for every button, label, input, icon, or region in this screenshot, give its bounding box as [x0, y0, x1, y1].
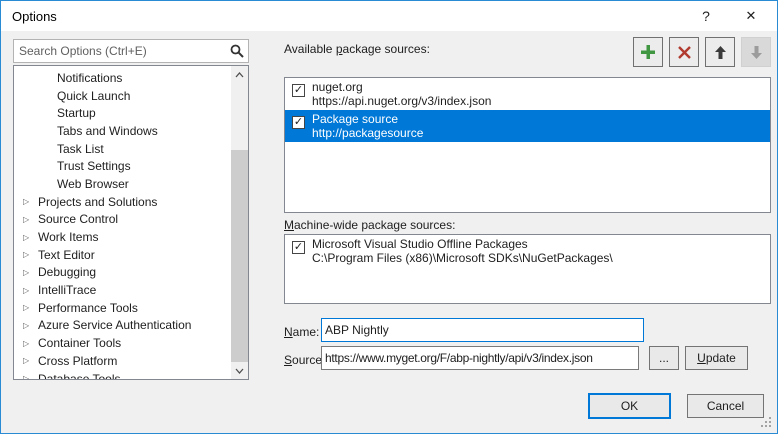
tree-item-label: Azure Service Authentication [38, 318, 191, 332]
package-source-url: C:\Program Files (x86)\Microsoft SDKs\Nu… [312, 251, 766, 265]
tree-item-label: Text Editor [38, 248, 95, 262]
tree-item-startup[interactable]: Startup [14, 104, 231, 122]
tree-item-label: Startup [57, 106, 96, 120]
source-field[interactable] [321, 346, 639, 370]
name-field[interactable] [321, 318, 644, 342]
tree-item-label: Projects and Solutions [38, 195, 157, 209]
tree-item-tabs-and-windows[interactable]: Tabs and Windows [14, 122, 231, 140]
tree-item-source-control[interactable]: ▷Source Control [14, 211, 231, 229]
expand-arrow-icon[interactable]: ▷ [23, 321, 38, 330]
package-source-name: Microsoft Visual Studio Offline Packages [312, 237, 766, 251]
cancel-button[interactable]: Cancel [687, 394, 764, 418]
source-toolbar [633, 37, 771, 67]
tree-item-label: Tabs and Windows [57, 124, 158, 138]
expand-arrow-icon[interactable]: ▷ [23, 233, 38, 242]
tree-scrollbar[interactable] [231, 66, 248, 379]
close-icon[interactable]: ✕ [730, 1, 772, 31]
machine-wide-list: ✓ Microsoft Visual Studio Offline Package… [284, 234, 771, 304]
tree-item-cross-platform[interactable]: ▷Cross Platform [14, 352, 231, 370]
tree-item-task-list[interactable]: Task List [14, 140, 231, 158]
tree-item-label: Work Items [38, 230, 98, 244]
package-source-row-package-source[interactable]: ✓ Package sourcehttp://packagesource [285, 110, 770, 142]
browse-button[interactable]: ... [649, 346, 679, 370]
package-source-row-nuget-org[interactable]: ✓ nuget.orghttps://api.nuget.org/v3/index… [285, 78, 770, 110]
tree-item-trust-settings[interactable]: Trust Settings [14, 157, 231, 175]
expand-arrow-icon[interactable]: ▷ [23, 286, 38, 295]
expand-arrow-icon[interactable]: ▷ [23, 197, 38, 206]
tree-item-projects-and-solutions[interactable]: ▷Projects and Solutions [14, 193, 231, 211]
tree-item-container-tools[interactable]: ▷Container Tools [14, 334, 231, 352]
tree-item-quick-launch[interactable]: Quick Launch [14, 87, 231, 105]
tree-item-label: Trust Settings [57, 159, 131, 173]
expand-arrow-icon[interactable]: ▷ [23, 303, 38, 312]
tree-item-label: Notifications [57, 71, 122, 85]
tree-item-label: Web Browser [57, 177, 129, 191]
tree-item-label: Database Tools [38, 372, 121, 379]
tree-item-intellitrace[interactable]: ▷IntelliTrace [14, 281, 231, 299]
tree-item-azure-service-authentication[interactable]: ▷Azure Service Authentication [14, 317, 231, 335]
move-up-icon[interactable] [705, 37, 735, 67]
resize-grip[interactable] [761, 417, 773, 429]
tree-item-label: Source Control [38, 212, 118, 226]
expand-arrow-icon[interactable]: ▷ [23, 250, 38, 259]
tree-item-database-tools[interactable]: ▷Database Tools [14, 370, 231, 379]
expand-arrow-icon[interactable]: ▷ [23, 374, 38, 379]
package-source-row-microsoft-visual-studio-offline-packages[interactable]: ✓ Microsoft Visual Studio Offline Package… [285, 235, 770, 267]
options-tree-rows: Notifications Quick Launch Startup Tabs and… [14, 69, 231, 379]
ok-button[interactable]: OK [588, 393, 671, 419]
search-icon[interactable] [226, 44, 248, 58]
tree-item-web-browser[interactable]: Web Browser [14, 175, 231, 193]
tree-item-label: Cross Platform [38, 354, 117, 368]
scrollbar-thumb[interactable] [231, 150, 248, 362]
tree-item-text-editor[interactable]: ▷Text Editor [14, 246, 231, 264]
package-source-name: Package source [312, 112, 766, 126]
checkbox[interactable]: ✓ [292, 116, 305, 129]
checkbox[interactable]: ✓ [292, 241, 305, 254]
machine-wide-label: Machine-wide package sources: [284, 218, 455, 232]
add-source-button[interactable] [633, 37, 663, 67]
window-title: Options [12, 9, 57, 24]
tree-item-label: Task List [57, 142, 104, 156]
options-dialog: Options ? ✕ Notifications Quick Launch Sta… [0, 0, 778, 434]
title-bar: Options ? ✕ [1, 1, 777, 31]
options-tree: Notifications Quick Launch Startup Tabs and… [13, 65, 249, 380]
expand-arrow-icon[interactable]: ▷ [23, 268, 38, 277]
source-label: Source: [284, 353, 325, 367]
name-label: Name: [284, 325, 319, 339]
available-sources-label: Available package sources: [284, 42, 430, 56]
package-source-url: http://packagesource [312, 126, 766, 140]
expand-arrow-icon[interactable]: ▷ [23, 356, 38, 365]
tree-item-notifications[interactable]: Notifications [14, 69, 231, 87]
scroll-up-icon[interactable] [231, 66, 248, 83]
tree-item-label: Quick Launch [57, 89, 130, 103]
available-sources-list: ✓ nuget.orghttps://api.nuget.org/v3/index… [284, 77, 771, 213]
package-source-name: nuget.org [312, 80, 766, 94]
help-icon[interactable]: ? [685, 1, 727, 31]
move-down-icon[interactable] [741, 37, 771, 67]
tree-item-label: Debugging [38, 265, 96, 279]
tree-item-performance-tools[interactable]: ▷Performance Tools [14, 299, 231, 317]
tree-item-work-items[interactable]: ▷Work Items [14, 228, 231, 246]
update-button[interactable]: Update [685, 346, 748, 370]
package-source-url: https://api.nuget.org/v3/index.json [312, 94, 766, 108]
search-input[interactable] [14, 41, 226, 61]
tree-item-label: IntelliTrace [38, 283, 96, 297]
tree-item-label: Container Tools [38, 336, 121, 350]
search-options-box [13, 39, 249, 63]
checkbox[interactable]: ✓ [292, 84, 305, 97]
expand-arrow-icon[interactable]: ▷ [23, 215, 38, 224]
remove-source-button[interactable] [669, 37, 699, 67]
expand-arrow-icon[interactable]: ▷ [23, 339, 38, 348]
tree-item-debugging[interactable]: ▷Debugging [14, 264, 231, 282]
tree-item-label: Performance Tools [38, 301, 138, 315]
scroll-down-icon[interactable] [231, 362, 248, 379]
